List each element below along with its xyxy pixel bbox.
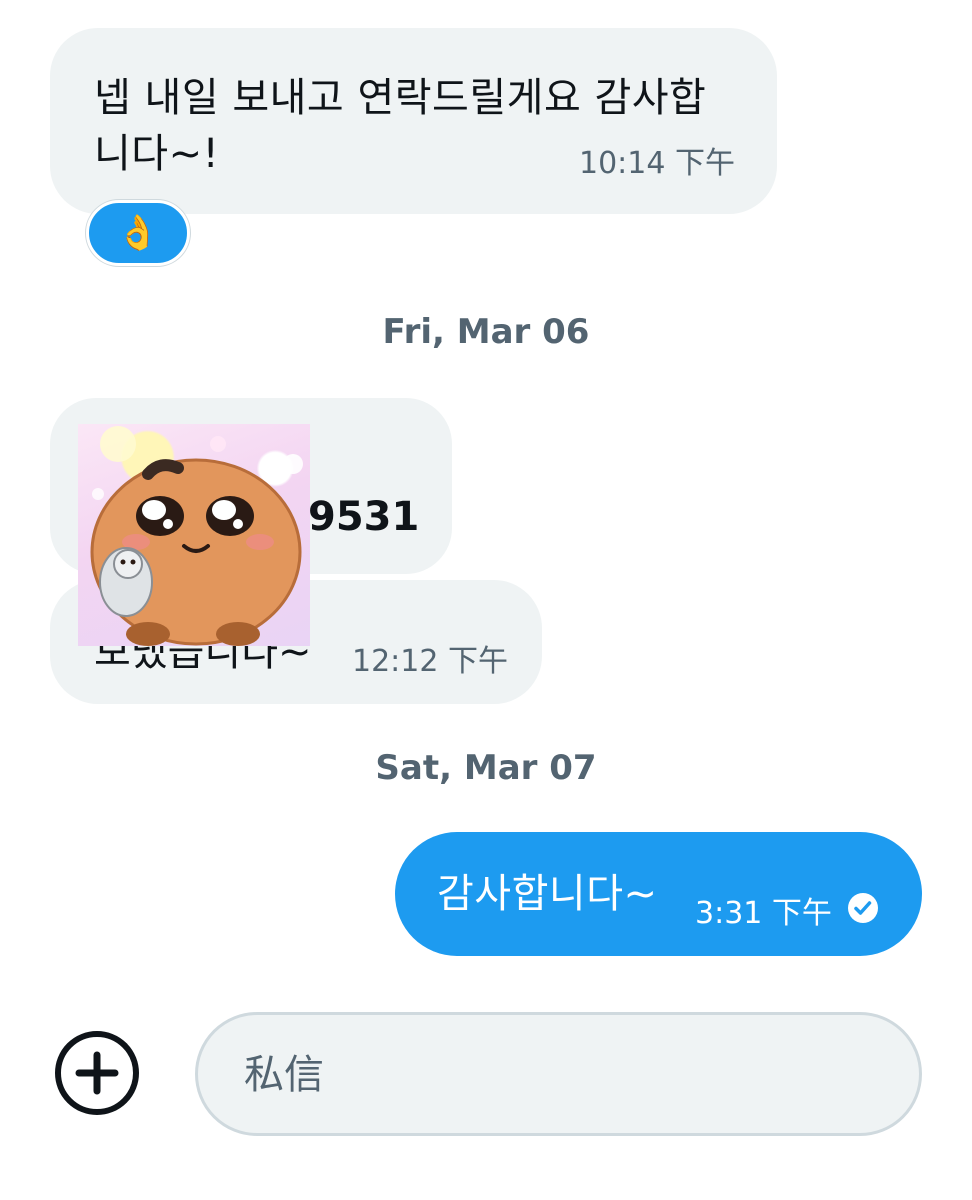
message-time: 10:14 下午 bbox=[579, 146, 735, 181]
reaction-badge[interactable]: 👌 bbox=[86, 200, 190, 266]
ok-hand-emoji: 👌 bbox=[116, 213, 160, 253]
message-time: 12:12 下午 bbox=[352, 644, 508, 679]
message-time: 3:31 下午 bbox=[695, 896, 832, 931]
message-input[interactable] bbox=[242, 1015, 866, 1135]
sent-message-bubble[interactable]: 감사합니다~ 3:31 下午 bbox=[395, 832, 922, 956]
sticker-image[interactable] bbox=[78, 424, 310, 646]
check-circle-icon bbox=[848, 893, 878, 923]
cookie-character-sticker bbox=[90, 426, 303, 646]
message-text: 감사합니다~ bbox=[437, 871, 658, 917]
dm-conversation: 넵 내일 보내고 연락드릴게요 감사합니다~! 10:14 下午 👌 Fri, … bbox=[0, 0, 972, 1200]
received-message-bubble[interactable]: 넵 내일 보내고 연락드릴게요 감사합니다~! 10:14 下午 bbox=[50, 28, 777, 214]
date-separator: Sat, Mar 07 bbox=[375, 748, 597, 788]
plus-circle-icon[interactable] bbox=[54, 1030, 140, 1116]
date-separator: Fri, Mar 06 bbox=[382, 312, 590, 352]
message-composer[interactable] bbox=[195, 1012, 922, 1136]
message-text: 9531 bbox=[308, 494, 420, 540]
